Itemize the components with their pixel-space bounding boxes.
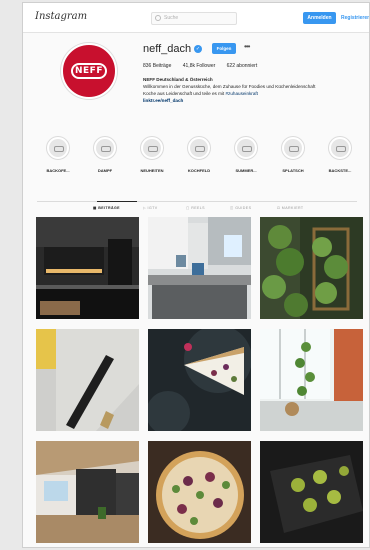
bio-line-2: Koche aus Leidenschaft und teile es mit bbox=[143, 91, 225, 96]
bio-line: Willkommen in der Genussküche, dem Zuhau… bbox=[143, 83, 363, 90]
herb-window-image bbox=[260, 329, 363, 431]
tab-igtv[interactable]: ▷ IGTV bbox=[143, 206, 158, 210]
post-thumbnail[interactable] bbox=[260, 441, 363, 543]
tab-posts[interactable]: ▦ BEITRÄGE bbox=[93, 206, 120, 210]
bio-line-1: Willkommen in der Genussküche, dem Zuhau… bbox=[143, 84, 316, 89]
profile-stats: 836 Beiträge 41,8k Follower 622 abonnier… bbox=[143, 63, 267, 69]
search-icon bbox=[155, 15, 161, 21]
highlight-cover bbox=[234, 136, 258, 160]
profile-bio: NEFF Deutschland & Österreich Willkommen… bbox=[143, 76, 363, 104]
bio-hashtag-link[interactable]: #zuhauseinkraft bbox=[226, 91, 258, 96]
search-input[interactable]: Suche bbox=[151, 12, 237, 25]
bio-website-link[interactable]: linktr.ee/neff_dach bbox=[143, 97, 363, 104]
living-kitchen-image bbox=[36, 441, 139, 543]
profile-tabs: ▦ BEITRÄGE ▷ IGTV ▢ REELS ◫ GUIDES ⊡ MAR… bbox=[37, 201, 357, 213]
profile-avatar[interactable]: NEFF bbox=[61, 43, 117, 99]
herb-tray-image bbox=[260, 441, 363, 543]
summer-icon bbox=[237, 139, 255, 157]
more-options-icon[interactable]: ••• bbox=[244, 42, 250, 51]
bio-line: Koche aus Leidenschaft und teile es mit … bbox=[143, 90, 363, 97]
highlight-item[interactable]: DAMPF bbox=[86, 136, 124, 173]
tab-guides[interactable]: ◫ GUIDES bbox=[230, 206, 251, 210]
verified-icon: ✓ bbox=[194, 45, 202, 53]
highlight-label: SPLATSCH bbox=[282, 168, 304, 173]
dark-kitchen-image bbox=[36, 217, 139, 319]
marble-knife-image bbox=[36, 329, 139, 431]
post-thumbnail[interactable] bbox=[260, 329, 363, 431]
baking-icon bbox=[331, 139, 349, 157]
cooktop-icon bbox=[190, 139, 208, 157]
cheesecake-image bbox=[148, 329, 251, 431]
top-navigation: Instagram Suche Anmelden Registrieren bbox=[23, 3, 369, 33]
instagram-logo[interactable]: Instagram bbox=[35, 11, 87, 22]
highlight-label: SUMMER... bbox=[235, 168, 257, 173]
highlight-item[interactable]: SUMMER... bbox=[227, 136, 265, 173]
login-button[interactable]: Anmelden bbox=[303, 12, 336, 24]
tab-tagged[interactable]: ⊡ MARKIERT bbox=[277, 206, 304, 210]
browser-frame: Instagram Suche Anmelden Registrieren NE… bbox=[22, 2, 370, 548]
highlight-item[interactable]: NEUHEITEN bbox=[133, 136, 171, 173]
highlight-item[interactable]: KOCHFELD bbox=[180, 136, 218, 173]
highlight-item[interactable]: SPLATSCH bbox=[274, 136, 312, 173]
follow-button[interactable]: Folgen bbox=[212, 43, 236, 54]
neff-logo: NEFF bbox=[71, 63, 107, 79]
white-kitchen-image bbox=[148, 217, 251, 319]
post-thumbnail[interactable] bbox=[148, 217, 251, 319]
vertical-garden-image bbox=[260, 217, 363, 319]
highlight-label: NEUHEITEN bbox=[140, 168, 164, 173]
highlight-cover bbox=[93, 136, 117, 160]
post-thumbnail[interactable] bbox=[260, 217, 363, 319]
highlight-label: BACKSTE... bbox=[328, 168, 352, 173]
highlight-item[interactable]: BACKSTE... bbox=[321, 136, 359, 173]
following-count[interactable]: 622 abonniert bbox=[227, 63, 258, 69]
highlight-label: BACKOFE... bbox=[46, 168, 70, 173]
highlight-label: KOCHFELD bbox=[187, 168, 211, 173]
story-highlights: BACKOFE... DAMPF NEUHEITEN KOCHFELD SUMM… bbox=[39, 136, 369, 186]
steam-icon bbox=[96, 139, 114, 157]
highlight-cover bbox=[46, 136, 70, 160]
highlight-cover bbox=[281, 136, 305, 160]
post-thumbnail[interactable] bbox=[36, 441, 139, 543]
profile-username: neff_dach bbox=[143, 43, 192, 55]
highlight-cover bbox=[187, 136, 211, 160]
highlight-cover bbox=[140, 136, 164, 160]
highlight-label: DAMPF bbox=[97, 168, 113, 173]
tab-reels[interactable]: ▢ REELS bbox=[186, 206, 205, 210]
pizza-image bbox=[148, 441, 251, 543]
highlight-item[interactable]: BACKOFE... bbox=[39, 136, 77, 173]
register-link[interactable]: Registrieren bbox=[341, 12, 369, 24]
splash-icon bbox=[284, 139, 302, 157]
followers-count[interactable]: 41,8k Follower bbox=[183, 63, 216, 69]
post-thumbnail[interactable] bbox=[148, 329, 251, 431]
post-thumbnail[interactable] bbox=[148, 441, 251, 543]
oven-icon bbox=[49, 139, 67, 157]
post-thumbnail[interactable] bbox=[36, 329, 139, 431]
news-icon bbox=[143, 139, 161, 157]
post-thumbnail[interactable] bbox=[36, 217, 139, 319]
highlight-cover bbox=[328, 136, 352, 160]
posts-count: 836 Beiträge bbox=[143, 63, 172, 69]
active-tab-indicator bbox=[97, 201, 137, 202]
bio-name: NEFF Deutschland & Österreich bbox=[143, 77, 213, 82]
